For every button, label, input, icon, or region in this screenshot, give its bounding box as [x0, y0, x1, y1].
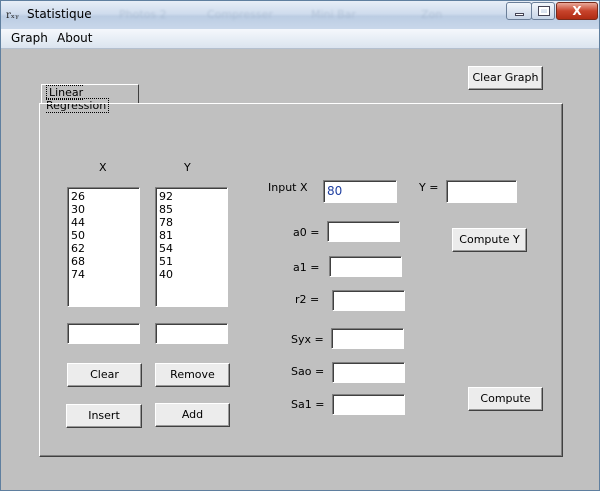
a0-field[interactable]	[327, 221, 400, 242]
input-x-label: Input X	[268, 181, 308, 194]
list-item[interactable]: 40	[159, 268, 224, 281]
sa1-label: Sa1 =	[291, 398, 325, 411]
y-column-header: Y	[184, 161, 191, 174]
minimize-icon	[515, 13, 524, 16]
a1-field[interactable]	[329, 256, 402, 277]
background-ghost-text: Compresser	[207, 8, 273, 21]
list-item[interactable]: 44	[71, 216, 136, 229]
compute-y-button[interactable]: Compute Y	[452, 228, 527, 252]
list-item[interactable]: 26	[71, 190, 136, 203]
input-x-field[interactable]: 80	[323, 180, 397, 203]
add-button[interactable]: Add	[155, 403, 230, 427]
x-entry-field[interactable]	[67, 323, 140, 344]
maximize-button[interactable]	[531, 2, 555, 20]
a1-label: a1 =	[293, 261, 320, 274]
sao-field[interactable]	[332, 362, 405, 383]
clear-button[interactable]: Clear	[67, 363, 142, 387]
sao-label: Sao =	[291, 365, 325, 378]
tab-linear-regression[interactable]: Linear Regression	[41, 84, 139, 113]
list-item[interactable]: 78	[159, 216, 224, 229]
x-values-list[interactable]: 26 30 44 50 62 68 74	[67, 187, 140, 307]
y-entry-field[interactable]	[155, 323, 228, 344]
list-item[interactable]: 54	[159, 242, 224, 255]
remove-button[interactable]: Remove	[155, 363, 230, 387]
title-bar[interactable]: Photos 2 Compresser Mini Bar Zon rₓᵧ Sta…	[1, 1, 599, 29]
list-item[interactable]: 81	[159, 229, 224, 242]
sa1-field[interactable]	[332, 394, 405, 415]
list-item[interactable]: 74	[71, 268, 136, 281]
list-item[interactable]: 92	[159, 190, 224, 203]
close-icon: X	[572, 4, 582, 18]
x-column-header: X	[99, 161, 107, 174]
client-area: Clear Graph Linear Regression X Y 26 30 …	[7, 49, 593, 486]
close-button[interactable]: X	[556, 2, 598, 20]
list-item[interactable]: 50	[71, 229, 136, 242]
menu-graph[interactable]: Graph	[11, 31, 48, 45]
app-window: Photos 2 Compresser Mini Bar Zon rₓᵧ Sta…	[0, 0, 600, 491]
background-ghost-text: Photos 2	[119, 8, 167, 21]
minimize-button[interactable]	[506, 2, 532, 20]
app-icon: rₓᵧ	[6, 10, 19, 21]
y-result-field[interactable]	[446, 180, 517, 203]
background-ghost-text: Zon	[421, 8, 443, 21]
clear-graph-button[interactable]: Clear Graph	[468, 66, 543, 90]
r2-label: r2 =	[295, 293, 320, 306]
a0-label: a0 =	[293, 226, 320, 239]
list-item[interactable]: 68	[71, 255, 136, 268]
list-item[interactable]: 51	[159, 255, 224, 268]
compute-button[interactable]: Compute	[468, 387, 543, 411]
syx-label: Syx =	[291, 333, 324, 346]
y-result-label: Y =	[419, 181, 439, 194]
insert-button[interactable]: Insert	[66, 404, 142, 428]
syx-field[interactable]	[331, 328, 404, 349]
list-item[interactable]: 62	[71, 242, 136, 255]
background-ghost-text: Mini Bar	[311, 8, 356, 21]
list-item[interactable]: 30	[71, 203, 136, 216]
r2-field[interactable]	[332, 290, 405, 311]
maximize-icon	[538, 6, 550, 16]
y-values-list[interactable]: 92 85 78 81 54 51 40	[155, 187, 228, 307]
menu-about[interactable]: About	[57, 31, 92, 45]
list-item[interactable]: 85	[159, 203, 224, 216]
window-title: Statistique	[27, 7, 92, 21]
menu-bar: Graph About	[1, 29, 599, 49]
